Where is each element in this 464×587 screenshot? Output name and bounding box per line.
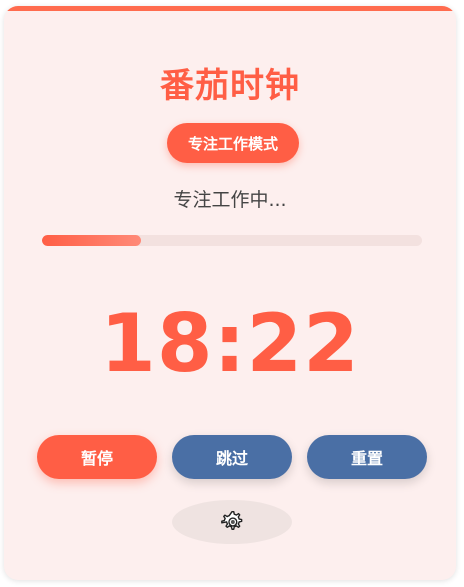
progress-fill bbox=[42, 235, 141, 246]
settings-button[interactable] bbox=[172, 500, 292, 544]
progress-bar bbox=[42, 235, 422, 246]
reset-button[interactable]: 重置 bbox=[307, 435, 427, 479]
timer-display: 18:22 bbox=[100, 297, 360, 390]
pause-button[interactable]: 暂停 bbox=[37, 435, 157, 479]
app-title: 番茄时钟 bbox=[160, 66, 300, 106]
pomodoro-card: 番茄时钟 专注工作模式 专注工作中... 18:22 暂停 跳过 重置 bbox=[4, 6, 456, 580]
status-text: 专注工作中... bbox=[173, 189, 287, 211]
gear-icon bbox=[221, 511, 243, 530]
top-accent-bar bbox=[4, 6, 456, 11]
skip-button[interactable]: 跳过 bbox=[172, 435, 292, 479]
mode-badge: 专注工作模式 bbox=[167, 123, 299, 163]
